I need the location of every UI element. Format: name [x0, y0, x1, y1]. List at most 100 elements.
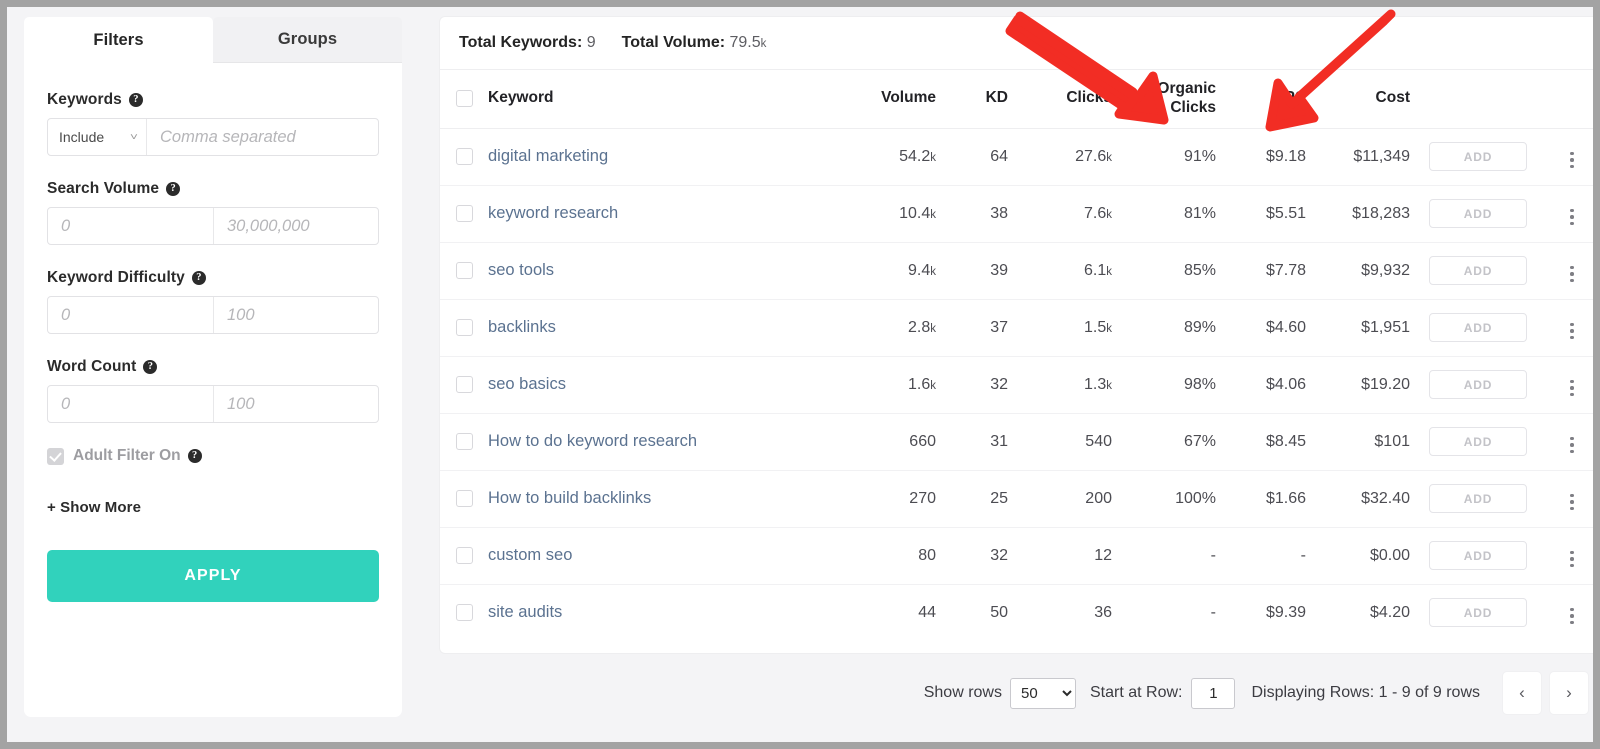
col-header-kd[interactable]: KD — [936, 70, 1008, 128]
cpc-cell: $4.06 — [1216, 356, 1306, 413]
row-checkbox[interactable] — [456, 433, 473, 450]
col-header-cpc[interactable]: CPC — [1216, 70, 1306, 128]
cost-value: $9,932 — [1361, 262, 1410, 279]
start-at-row-label: Start at Row: — [1090, 684, 1182, 702]
add-keyword-button[interactable]: ADD — [1429, 427, 1527, 456]
keyword-link[interactable]: seo basics — [488, 375, 566, 393]
volume-cell: 9.4k — [824, 242, 936, 299]
keyword-link[interactable]: digital marketing — [488, 147, 608, 165]
cpc-value: $4.60 — [1266, 319, 1306, 336]
row-menu-cell — [1546, 185, 1593, 242]
add-keyword-button[interactable]: ADD — [1429, 598, 1527, 627]
keyword-link[interactable]: How to build backlinks — [488, 489, 651, 507]
row-checkbox[interactable] — [456, 490, 473, 507]
col-header-keyword[interactable]: Keyword — [488, 70, 824, 128]
cost-cell: $18,283 — [1306, 185, 1410, 242]
help-icon[interactable]: ? — [143, 360, 157, 374]
row-menu-icon[interactable] — [1567, 605, 1577, 628]
row-menu-icon[interactable] — [1567, 320, 1577, 343]
previous-page-button[interactable]: ‹ — [1503, 672, 1541, 714]
volume-cell: 10.4k — [824, 185, 936, 242]
row-checkbox[interactable] — [456, 604, 473, 621]
col-header-add — [1410, 70, 1546, 128]
help-icon[interactable]: ? — [192, 271, 206, 285]
row-menu-icon[interactable] — [1567, 377, 1577, 400]
keywords-match-mode-select[interactable]: Include ˅ — [48, 119, 147, 155]
cpc-value: $9.39 — [1266, 604, 1306, 621]
col-header-organic-clicks[interactable]: Organic Clicks — [1112, 70, 1216, 128]
search-volume-control — [47, 207, 379, 245]
keyword-link[interactable]: custom seo — [488, 546, 572, 564]
add-cell: ADD — [1410, 242, 1546, 299]
rows-per-page-select[interactable]: 102550100 — [1010, 678, 1076, 709]
row-checkbox[interactable] — [456, 547, 473, 564]
apply-button[interactable]: APPLY — [47, 550, 379, 602]
volume-suffix: k — [930, 380, 936, 392]
volume-value: 2.8 — [908, 319, 930, 336]
clicks-cell: 36 — [1008, 584, 1112, 641]
word-count-min-input[interactable] — [48, 386, 213, 422]
word-count-max-input[interactable] — [213, 386, 378, 422]
keyword-cell: How to do keyword research — [488, 413, 824, 470]
row-checkbox[interactable] — [456, 376, 473, 393]
keywords-table: Keyword Volume KD Clicks Organic Clicks … — [440, 70, 1593, 641]
tab-filters[interactable]: Filters — [24, 17, 213, 63]
keyword-link[interactable]: keyword research — [488, 204, 618, 222]
organic-clicks-cell: 89% — [1112, 299, 1216, 356]
add-cell: ADD — [1410, 413, 1546, 470]
cpc-cell: $8.45 — [1216, 413, 1306, 470]
row-checkbox[interactable] — [456, 148, 473, 165]
add-keyword-button[interactable]: ADD — [1429, 256, 1527, 285]
keyword-link[interactable]: backlinks — [488, 318, 556, 336]
add-keyword-button[interactable]: ADD — [1429, 142, 1527, 171]
cpc-value: $4.06 — [1266, 376, 1306, 393]
kd-value: 31 — [990, 433, 1008, 450]
help-icon[interactable]: ? — [166, 182, 180, 196]
organic-clicks-value: 91% — [1184, 148, 1216, 165]
add-keyword-button[interactable]: ADD — [1429, 370, 1527, 399]
row-checkbox[interactable] — [456, 319, 473, 336]
row-menu-icon[interactable] — [1567, 434, 1577, 457]
next-page-button[interactable]: › — [1550, 672, 1588, 714]
search-volume-max-input[interactable] — [213, 208, 378, 244]
add-keyword-button[interactable]: ADD — [1429, 541, 1527, 570]
row-menu-icon[interactable] — [1567, 491, 1577, 514]
application-window: Filters Groups Keywords ? Include ˅ — [7, 7, 1593, 742]
row-menu-icon[interactable] — [1567, 206, 1577, 229]
keywords-label: Keywords ? — [47, 91, 379, 109]
add-keyword-button[interactable]: ADD — [1429, 313, 1527, 342]
row-menu-icon[interactable] — [1567, 263, 1577, 286]
row-menu-icon[interactable] — [1567, 548, 1577, 571]
select-all-checkbox[interactable] — [456, 90, 473, 107]
tab-groups-label: Groups — [278, 30, 337, 49]
row-menu-cell — [1546, 584, 1593, 641]
kd-value: 37 — [990, 319, 1008, 336]
add-keyword-button[interactable]: ADD — [1429, 199, 1527, 228]
row-select-cell — [440, 413, 488, 470]
keyword-link[interactable]: How to do keyword research — [488, 432, 697, 450]
results-panel: Total Keywords: 9 Total Volume: 79.5k Ke… — [440, 17, 1593, 653]
row-menu-icon[interactable] — [1567, 149, 1577, 172]
col-header-clicks[interactable]: Clicks — [1008, 70, 1112, 128]
row-checkbox[interactable] — [456, 262, 473, 279]
volume-cell: 1.6k — [824, 356, 936, 413]
keyword-difficulty-max-input[interactable] — [213, 297, 378, 333]
col-header-cost[interactable]: Cost — [1306, 70, 1410, 128]
show-more-link[interactable]: + Show More — [47, 499, 141, 516]
search-volume-min-input[interactable] — [48, 208, 213, 244]
keywords-input[interactable] — [147, 119, 378, 155]
add-keyword-button[interactable]: ADD — [1429, 484, 1527, 513]
help-icon[interactable]: ? — [188, 449, 202, 463]
help-icon[interactable]: ? — [129, 93, 143, 107]
totals-bar: Total Keywords: 9 Total Volume: 79.5k — [440, 17, 1593, 70]
organic-clicks-cell: - — [1112, 584, 1216, 641]
col-header-volume[interactable]: Volume — [824, 70, 936, 128]
volume-suffix: k — [930, 209, 936, 221]
start-at-row-input[interactable] — [1191, 678, 1235, 709]
table-row: seo basics1.6k321.3k98%$4.06$19.20ADD — [440, 356, 1593, 413]
keyword-link[interactable]: site audits — [488, 603, 562, 621]
row-checkbox[interactable] — [456, 205, 473, 222]
tab-groups[interactable]: Groups — [213, 17, 402, 63]
keyword-link[interactable]: seo tools — [488, 261, 554, 279]
keyword-difficulty-min-input[interactable] — [48, 297, 213, 333]
